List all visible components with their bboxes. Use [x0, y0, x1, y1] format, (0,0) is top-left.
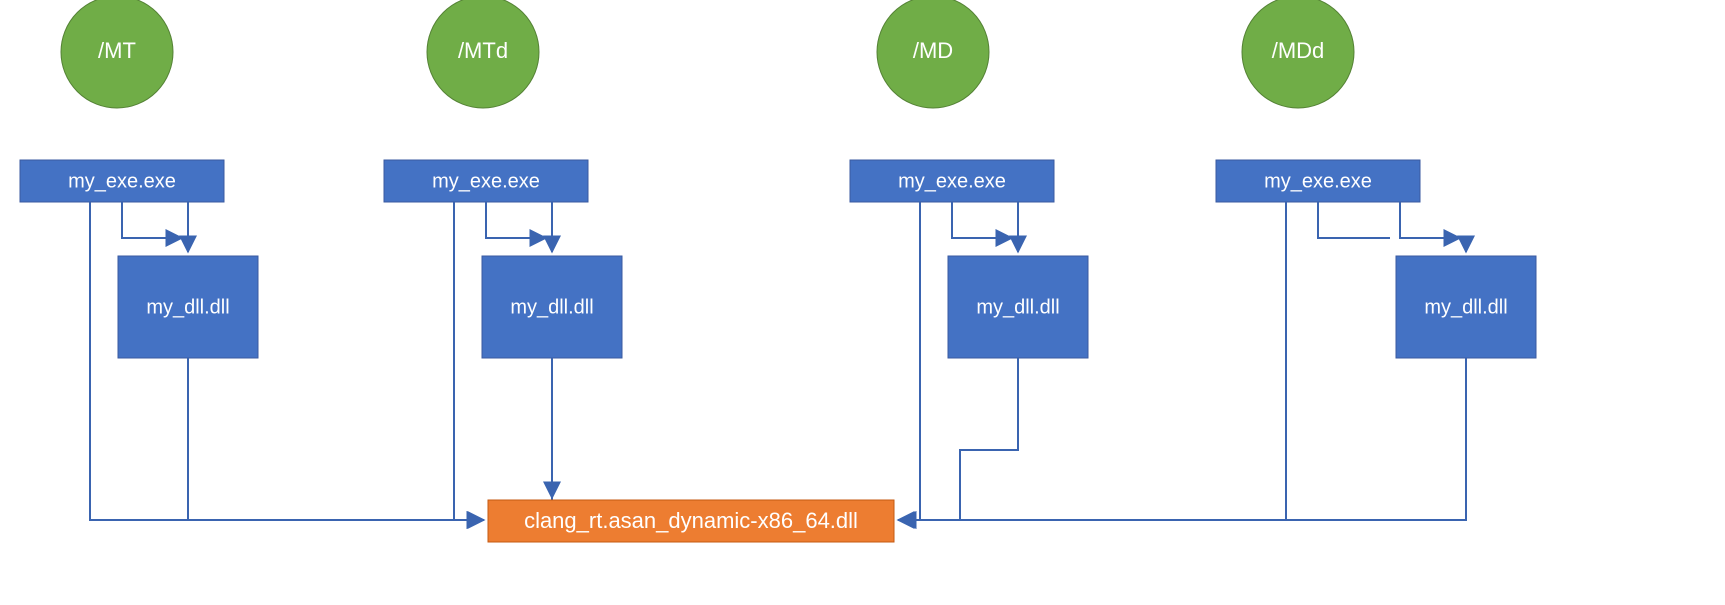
- arrow-exe-to-dll-elbow: [122, 202, 182, 238]
- dll-label: my_dll.dll: [1424, 296, 1507, 318]
- arrow-exe-to-dll-elbow: [952, 202, 1012, 238]
- arrow-exe-to-dll-elbow: [1318, 202, 1390, 238]
- asan-linkage-diagram: /MT my_exe.exe my_dll.dll /MTd my_exe.ex…: [0, 0, 1725, 605]
- exe-label: my_exe.exe: [432, 170, 540, 192]
- flag-label: /MD: [913, 38, 953, 63]
- column-mtd: /MTd my_exe.exe my_dll.dll: [384, 0, 622, 520]
- arrow-exe-to-asan: [900, 202, 1286, 520]
- arrow-exe-to-dll: [1400, 202, 1460, 238]
- dll-label: my_dll.dll: [976, 296, 1059, 318]
- flag-label: /MDd: [1272, 38, 1325, 63]
- column-mt: /MT my_exe.exe my_dll.dll: [20, 0, 483, 520]
- exe-label: my_exe.exe: [68, 170, 176, 192]
- arrow-dll-to-asan: [1286, 358, 1466, 520]
- flag-label: /MT: [98, 38, 136, 63]
- arrow-dll-merge: [900, 450, 960, 520]
- dll-label: my_dll.dll: [510, 296, 593, 318]
- dll-label: my_dll.dll: [146, 296, 229, 318]
- exe-label: my_exe.exe: [898, 170, 1006, 192]
- exe-label: my_exe.exe: [1264, 170, 1372, 192]
- asan-dll-label: clang_rt.asan_dynamic-x86_64.dll: [524, 508, 858, 533]
- column-md: /MD my_exe.exe my_dll.dll: [850, 0, 1088, 520]
- arrow-exe-to-asan: [900, 202, 920, 520]
- flag-label: /MTd: [458, 38, 508, 63]
- arrow-dll-to-asan: [960, 358, 1018, 520]
- arrow-exe-to-dll-elbow: [486, 202, 546, 238]
- arrow-exe-to-asan: [90, 202, 483, 520]
- arrow-exe-to-asan: [454, 202, 483, 520]
